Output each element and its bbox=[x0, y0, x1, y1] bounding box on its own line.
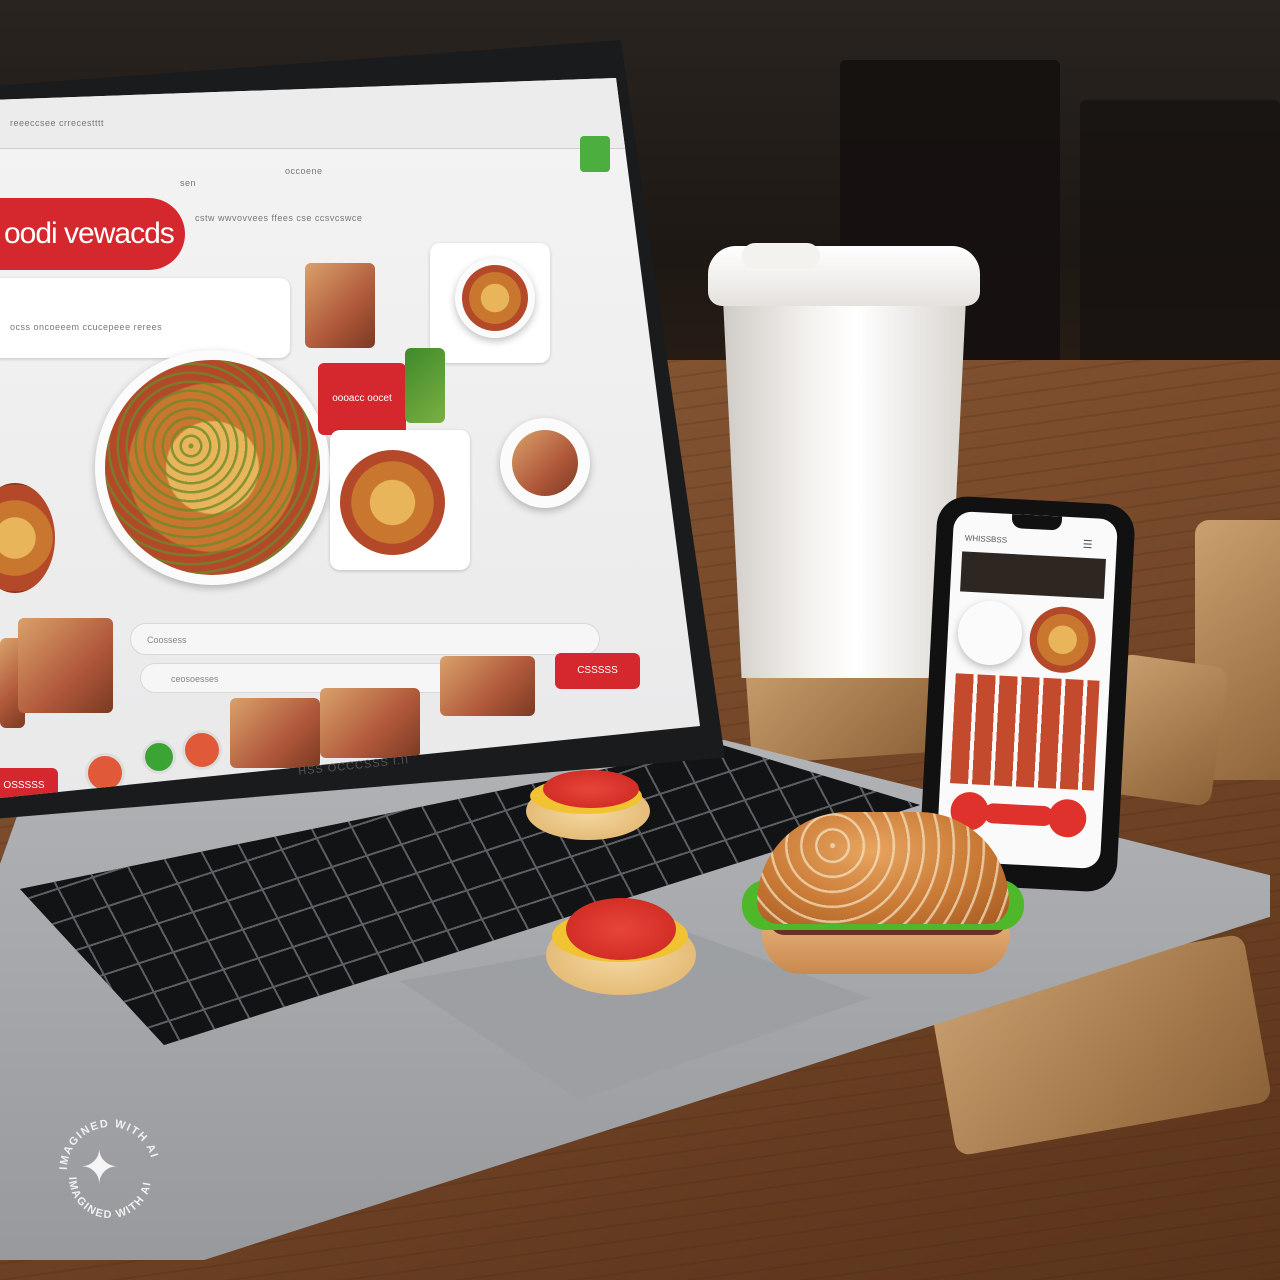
phone-action-right[interactable] bbox=[1047, 798, 1088, 839]
browser-nav-link-2[interactable]: occoene bbox=[285, 166, 323, 176]
order-button[interactable]: CSSSSS bbox=[555, 653, 640, 689]
phone-dish-1[interactable] bbox=[956, 599, 1024, 667]
left-edge-dish[interactable] bbox=[0, 483, 55, 593]
hero-text-panel: ocss oncoeeem ccucepeee rerees bbox=[0, 278, 290, 358]
phone-banner[interactable] bbox=[960, 551, 1106, 599]
main-pizza-toppings bbox=[105, 360, 320, 575]
food-thumb-row-2[interactable] bbox=[18, 618, 113, 713]
promo-banner[interactable]: oooacc oocet bbox=[318, 363, 406, 435]
phone-header: WHISSBSS bbox=[964, 533, 1008, 545]
green-app-icon[interactable] bbox=[580, 136, 610, 172]
browser-tab-text[interactable]: reeeccsee crrecestttt bbox=[10, 118, 104, 128]
phone-action-bar[interactable] bbox=[982, 802, 1054, 827]
sparkle-icon: ✦ bbox=[80, 1141, 119, 1193]
phone-notch bbox=[1011, 513, 1063, 531]
food-thumb-salad[interactable] bbox=[405, 348, 445, 423]
side-dish bbox=[512, 430, 578, 496]
snack-tomato-front bbox=[566, 898, 676, 960]
category-icon-3[interactable] bbox=[182, 730, 222, 770]
pasta-card[interactable] bbox=[330, 430, 470, 570]
featured-card[interactable] bbox=[430, 243, 550, 363]
coffee-cup bbox=[722, 278, 967, 678]
hamburger-icon[interactable]: ☰ bbox=[1082, 538, 1093, 552]
laptop-screen: reeeccsee crrecestttt sen occoene oodi v… bbox=[0, 78, 700, 798]
card-pizza bbox=[462, 265, 528, 331]
browser-nav-link[interactable]: sen bbox=[180, 178, 196, 188]
background-chair-2 bbox=[1080, 100, 1280, 400]
snack-tomato-back bbox=[543, 770, 639, 808]
phone-dish-2[interactable] bbox=[1027, 605, 1098, 675]
phone-menu-grid[interactable] bbox=[950, 673, 1100, 791]
pasta-dish bbox=[340, 450, 445, 555]
top-menu[interactable]: cstw wwvovvees ffees cse ccsvcswce bbox=[195, 213, 362, 223]
food-thumb-row-5[interactable] bbox=[440, 656, 535, 716]
food-thumb-row-4[interactable] bbox=[320, 688, 420, 758]
burger-sesame-seeds bbox=[757, 812, 1009, 924]
cup-lid-top bbox=[742, 243, 820, 269]
food-thumb-row-3[interactable] bbox=[230, 698, 320, 768]
hero-subtitle: ocss oncoeeem ccucepeee rerees bbox=[10, 322, 163, 332]
food-thumb-drink[interactable] bbox=[305, 263, 375, 348]
phone-screen: WHISSBSS ☰ bbox=[935, 510, 1119, 870]
search-input[interactable]: Coossess bbox=[130, 623, 600, 655]
brand-logo[interactable]: oodi vewacds bbox=[0, 198, 185, 270]
category-icon-2[interactable] bbox=[142, 740, 176, 774]
